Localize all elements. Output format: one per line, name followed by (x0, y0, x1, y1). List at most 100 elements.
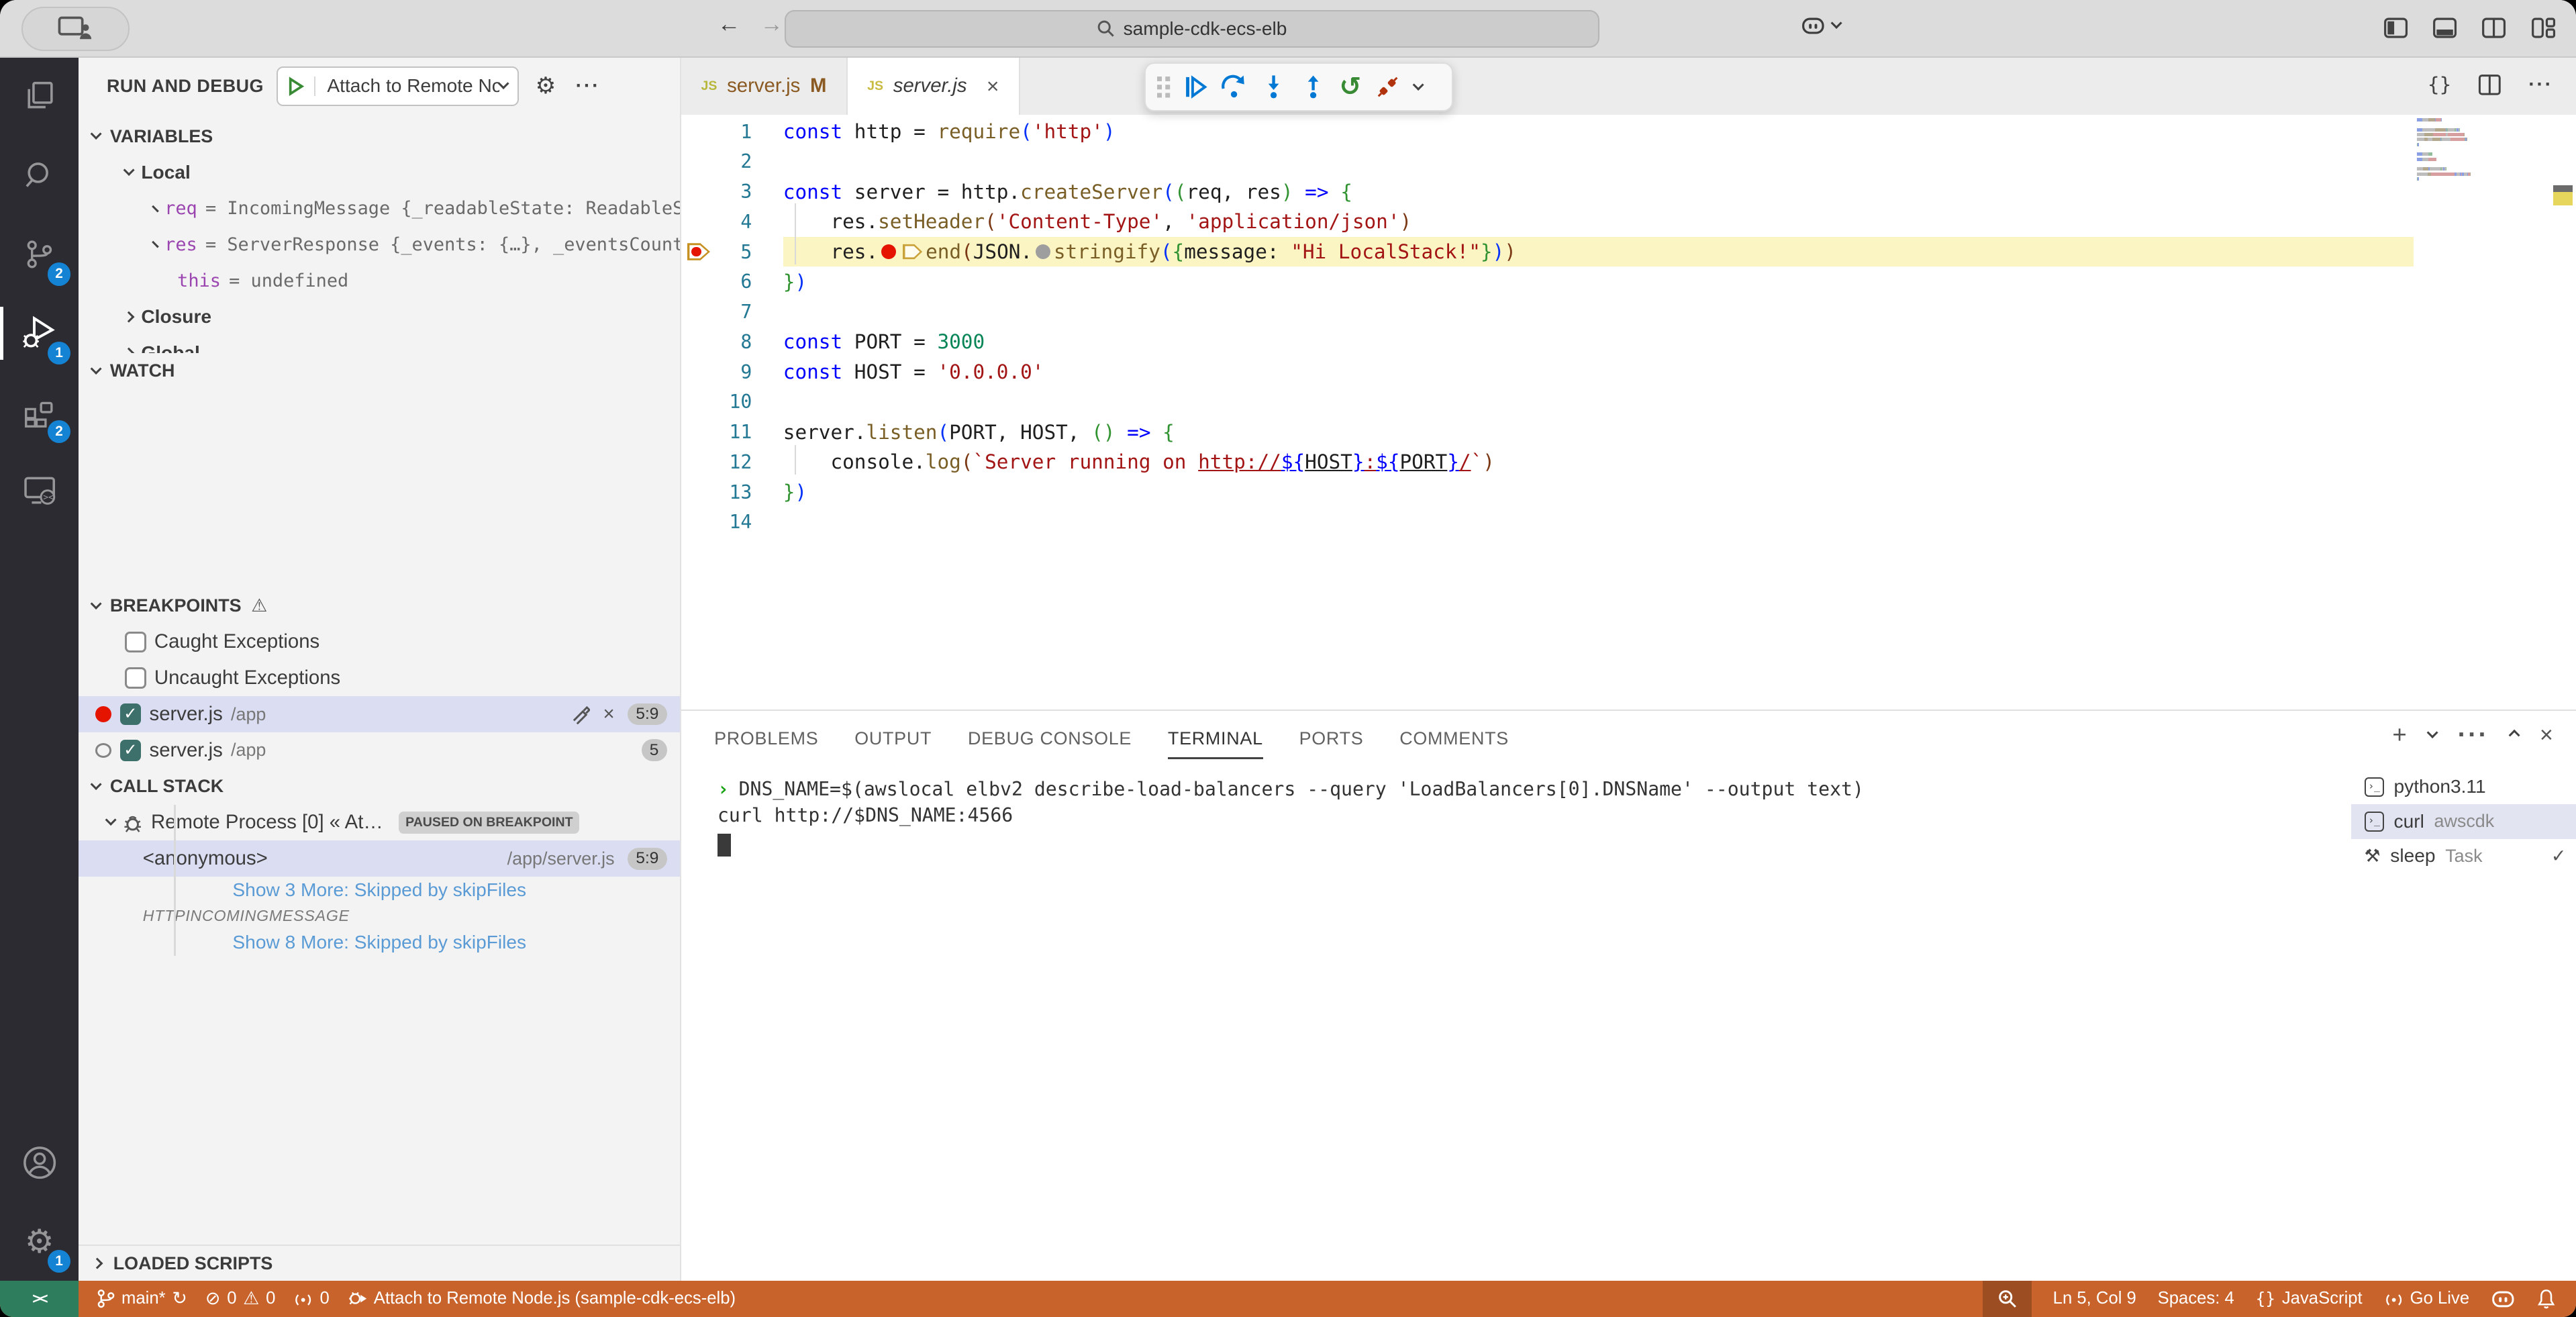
line-number[interactable]: 11 (716, 421, 752, 443)
show-more-frames-link[interactable]: Show 8 More: Skipped by skipFiles (79, 929, 680, 955)
activitybar-extensions[interactable]: 2 (0, 373, 79, 451)
line-number[interactable]: 2 (716, 150, 752, 173)
scope-local[interactable]: Local (79, 154, 680, 191)
step-over-button[interactable] (1221, 74, 1247, 100)
variables-header[interactable]: VARIABLES (79, 118, 680, 154)
activitybar-remote-explorer[interactable]: >< (0, 452, 79, 530)
breakpoint-row[interactable]: ✓ server.js /app × 5:9 (79, 696, 680, 732)
line-number[interactable]: 1 (716, 121, 752, 143)
bell-icon[interactable] (2536, 1288, 2556, 1310)
minimap[interactable] (2417, 118, 2493, 187)
line-number[interactable]: 6 (716, 271, 752, 293)
views-more-actions[interactable]: ··· (576, 75, 601, 97)
customize-layout-button[interactable] (2530, 15, 2557, 41)
panel-tab-output[interactable]: OUTPUT (854, 718, 932, 759)
problems-item[interactable]: ⊘ 0 ⚠ 0 (205, 1288, 276, 1309)
terminal-profile-dropdown[interactable] (2426, 727, 2438, 738)
step-into-button[interactable] (1260, 74, 1287, 100)
line-number[interactable]: 5 (716, 241, 752, 263)
line-number[interactable]: 12 (716, 451, 752, 473)
code-line-6[interactable]: 6}) (681, 266, 2576, 297)
new-terminal-button[interactable]: + (2392, 721, 2406, 749)
code-line-4[interactable]: 4 res.setHeader('Content-Type', 'applica… (681, 207, 2576, 237)
nav-forward-button[interactable]: → (760, 11, 783, 38)
drag-handle[interactable] (1157, 77, 1162, 81)
debug-toolbar-more[interactable] (1412, 79, 1424, 91)
restart-button[interactable]: ↺ (1340, 76, 1362, 99)
screen-share-indicator[interactable] (21, 7, 130, 51)
code-line-8[interactable]: 8const PORT = 3000 (681, 327, 2576, 357)
show-more-frames-link[interactable]: Show 3 More: Skipped by skipFiles (79, 877, 680, 903)
close-panel-button[interactable]: × (2540, 722, 2553, 748)
debug-configuration-select[interactable]: Attach to Remote Node.js (277, 66, 519, 106)
line-number[interactable]: 3 (716, 181, 752, 203)
uncaught-exceptions-row[interactable]: Uncaught Exceptions (79, 660, 680, 696)
terminal-list-item-sleep[interactable]: ⚒sleepTask✓ (2351, 839, 2576, 873)
debug-settings-gear[interactable]: ⚙ (536, 72, 556, 99)
line-number[interactable]: 8 (716, 331, 752, 353)
checkbox-checked[interactable]: ✓ (120, 740, 142, 761)
line-number[interactable]: 14 (716, 511, 752, 533)
scope-global[interactable]: Global (79, 335, 680, 353)
panel-tab-problems[interactable]: PROBLEMS (714, 718, 818, 759)
code-line-13[interactable]: 13}) (681, 477, 2576, 507)
terminal-output[interactable]: ›DNS_NAME=$(awslocal elbv2 describe-load… (717, 778, 1864, 857)
current-position-icon[interactable] (903, 242, 922, 261)
checkbox-checked[interactable]: ✓ (120, 703, 142, 725)
code-line-5[interactable]: 5 res.end(JSON.stringify({message: "Hi L… (681, 237, 2576, 267)
code-line-3[interactable]: 3const server = http.createServer((req, … (681, 177, 2576, 207)
inline-breakpoint-icon[interactable] (881, 244, 896, 259)
debug-session-row[interactable]: Remote Process [0] « At… PAUSED ON BREAK… (79, 805, 680, 841)
code-line-14[interactable]: 14 (681, 507, 2576, 537)
panel-tab-terminal[interactable]: TERMINAL (1168, 718, 1263, 759)
activitybar-explorer[interactable] (0, 58, 79, 136)
remote-indicator[interactable]: >< (0, 1281, 79, 1317)
activitybar-settings[interactable]: ⚙ 1 (0, 1202, 79, 1281)
code-line-12[interactable]: 12 console.log(`Server running on http:/… (681, 447, 2576, 477)
code-line-11[interactable]: 11server.listen(PORT, HOST, () => { (681, 417, 2576, 447)
code-editor[interactable]: 1const http = require('http') 2 3const ser… (681, 115, 2576, 710)
disconnect-button[interactable] (1375, 74, 1401, 100)
watch-header[interactable]: WATCH (79, 353, 680, 389)
code-line-10[interactable]: 10 (681, 387, 2576, 417)
inline-breakpoint-candidate-icon[interactable] (1036, 244, 1050, 259)
line-number[interactable]: 9 (716, 361, 752, 383)
activitybar-accounts[interactable] (0, 1123, 79, 1202)
remove-breakpoint-icon[interactable]: × (603, 703, 614, 726)
breakpoints-header[interactable]: BREAKPOINTS ⚠ (79, 588, 680, 624)
stack-frame-row[interactable]: <anonymous> /app/server.js 5:9 (79, 840, 680, 877)
continue-button[interactable] (1182, 74, 1208, 100)
editor-more-actions[interactable]: ··· (2528, 73, 2553, 96)
call-stack-header[interactable]: CALL STACK (79, 769, 680, 805)
ports-item[interactable]: 0 (293, 1289, 329, 1308)
line-number[interactable]: 7 (716, 301, 752, 323)
code-line-7[interactable]: 7 (681, 297, 2576, 327)
maximize-panel-button[interactable] (2508, 730, 2520, 741)
go-live-item[interactable]: Go Live (2384, 1289, 2470, 1308)
code-line-1[interactable]: 1const http = require('http') (681, 117, 2576, 147)
activitybar-run-and-debug[interactable]: 1 (0, 294, 79, 373)
variable-req[interactable]: req = IncomingMessage {_readableState: R… (79, 191, 680, 227)
split-editor-button[interactable] (2477, 72, 2502, 97)
nav-back-button[interactable]: ← (717, 11, 740, 38)
line-number[interactable]: 10 (716, 391, 752, 413)
activitybar-source-control[interactable]: 2 (0, 215, 79, 293)
line-number[interactable]: 4 (716, 211, 752, 233)
code-line-2[interactable]: 2 (681, 146, 2576, 177)
toggle-panel-button[interactable] (2432, 15, 2458, 41)
panel-tab-ports[interactable]: PORTS (1299, 718, 1364, 759)
loaded-scripts-header[interactable]: LOADED SCRIPTS (79, 1245, 680, 1281)
checkbox-unchecked[interactable] (125, 667, 146, 689)
step-out-button[interactable] (1300, 74, 1326, 100)
start-debug-button[interactable] (278, 77, 315, 96)
git-branch-item[interactable]: main* ↻ (97, 1288, 187, 1309)
terminal-list-item-curl[interactable]: ›_curlawscdk (2351, 804, 2576, 838)
checkbox-unchecked[interactable] (125, 632, 146, 653)
sticky-scroll-icon[interactable]: {} (2428, 73, 2451, 96)
breakpoint-row[interactable]: ✓ server.js /app 5 (79, 732, 680, 769)
paused-breakpoint-gutter-icon[interactable] (681, 241, 715, 262)
variable-res[interactable]: res = ServerResponse {_events: {…}, _eve… (79, 227, 680, 263)
zoom-indicator[interactable] (1983, 1281, 2032, 1317)
command-center-search[interactable]: sample-cdk-ecs-elb (785, 10, 1599, 48)
panel-more-actions[interactable]: ··· (2458, 720, 2489, 750)
